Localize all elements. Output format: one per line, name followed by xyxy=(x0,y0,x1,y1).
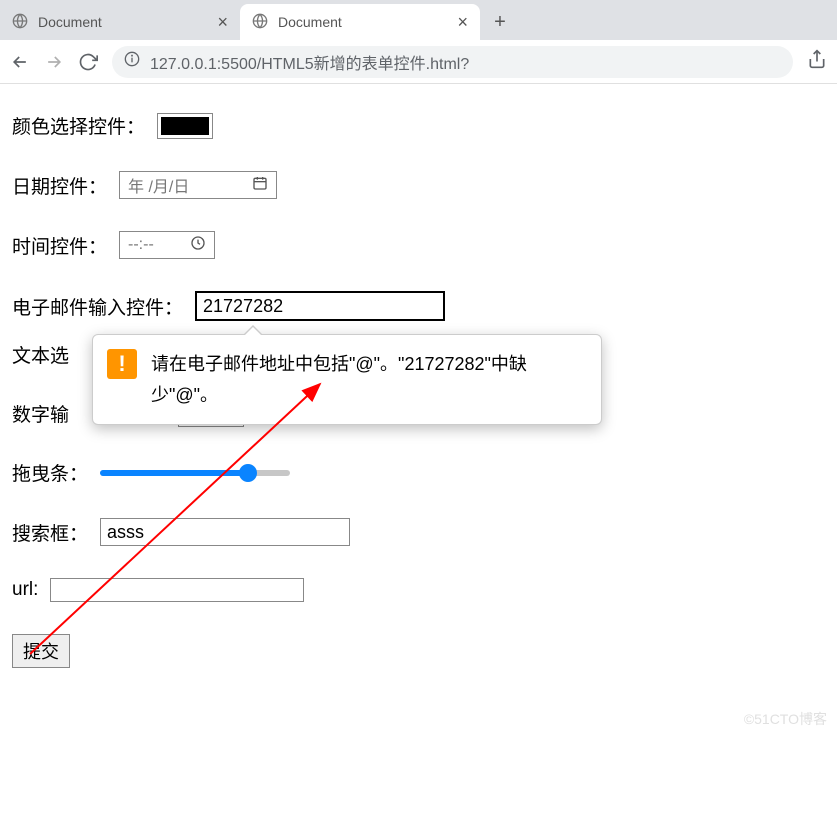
slider-row: 拖曳条： xyxy=(12,459,825,486)
color-label: 颜色选择控件： xyxy=(12,112,145,139)
page-content: 颜色选择控件： 日期控件： 年 /月/日 时间控件： --:-- 电子邮件输入控… xyxy=(0,84,837,712)
url-row: url: xyxy=(12,578,825,602)
date-placeholder: 年 /月/日 xyxy=(128,173,189,197)
slider-thumb[interactable] xyxy=(239,464,257,482)
number-label: 数字输 xyxy=(12,400,69,427)
submit-row: 提交 xyxy=(12,634,825,668)
globe-icon xyxy=(12,13,28,32)
close-icon[interactable]: × xyxy=(217,12,228,33)
date-input[interactable]: 年 /月/日 xyxy=(119,171,277,199)
color-row: 颜色选择控件： xyxy=(12,112,825,139)
back-button[interactable] xyxy=(10,52,30,72)
validation-tooltip: ! 请在电子邮件地址中包括"@"。"21727282"中缺少"@"。 xyxy=(92,334,602,425)
clock-icon[interactable] xyxy=(190,235,206,256)
slider-fill xyxy=(100,470,248,476)
new-tab-button[interactable]: + xyxy=(486,8,514,36)
url-label: url: xyxy=(12,579,38,601)
search-label: 搜索框： xyxy=(12,519,88,546)
browser-tab-inactive[interactable]: Document × xyxy=(0,4,240,40)
tab-title: Document xyxy=(38,14,209,30)
forward-button[interactable] xyxy=(44,52,64,72)
address-bar[interactable]: 127.0.0.1:5500/HTML5新增的表单控件.html? xyxy=(112,46,793,78)
text-select-label: 文本选 xyxy=(12,341,69,368)
browser-tab-strip: Document × Document × + xyxy=(0,0,837,40)
url-input[interactable] xyxy=(50,578,304,602)
email-input[interactable]: 21727282 xyxy=(195,291,445,321)
time-label: 时间控件： xyxy=(12,232,107,259)
date-label: 日期控件： xyxy=(12,172,107,199)
email-label: 电子邮件输入控件： xyxy=(12,293,183,320)
url-text: 127.0.0.1:5500/HTML5新增的表单控件.html? xyxy=(150,50,469,74)
date-row: 日期控件： 年 /月/日 xyxy=(12,171,825,199)
share-icon[interactable] xyxy=(807,49,827,74)
email-row: 电子邮件输入控件： 21727282 xyxy=(12,291,825,321)
tab-title: Document xyxy=(278,14,449,30)
reload-button[interactable] xyxy=(78,52,98,72)
globe-icon xyxy=(252,13,268,32)
close-icon[interactable]: × xyxy=(457,12,468,33)
browser-toolbar: 127.0.0.1:5500/HTML5新增的表单控件.html? xyxy=(0,40,837,84)
browser-tab-active[interactable]: Document × xyxy=(240,4,480,40)
time-row: 时间控件： --:-- xyxy=(12,231,825,259)
watermark: ©51CTO博客 xyxy=(744,709,827,729)
range-input[interactable] xyxy=(100,463,290,483)
info-icon[interactable] xyxy=(124,51,140,72)
slider-label: 拖曳条： xyxy=(12,459,88,486)
tooltip-message: 请在电子邮件地址中包括"@"。"21727282"中缺少"@"。 xyxy=(151,349,583,410)
search-value: asss xyxy=(107,522,144,543)
color-input[interactable] xyxy=(157,113,213,139)
time-placeholder: --:-- xyxy=(128,236,154,254)
search-row: 搜索框： asss xyxy=(12,518,825,546)
warning-icon: ! xyxy=(107,349,137,379)
email-value: 21727282 xyxy=(203,296,283,317)
submit-button[interactable]: 提交 xyxy=(12,634,70,668)
time-input[interactable]: --:-- xyxy=(119,231,215,259)
calendar-icon[interactable] xyxy=(252,175,268,196)
search-input[interactable]: asss xyxy=(100,518,350,546)
